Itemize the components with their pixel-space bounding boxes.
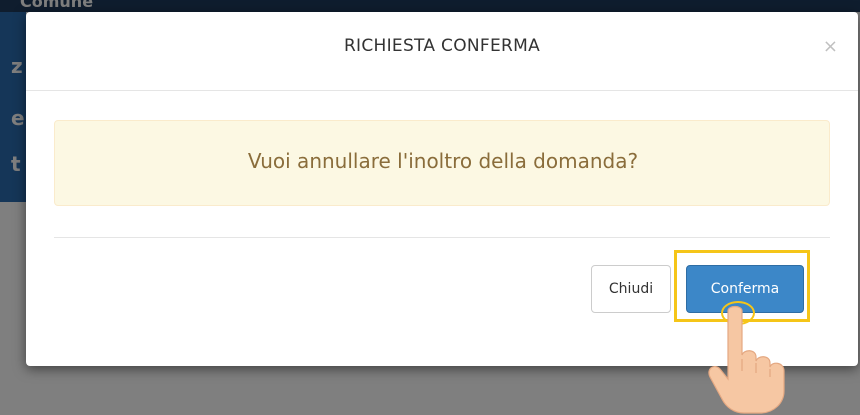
footer-divider xyxy=(54,237,830,238)
confirmation-message: Vuoi annullare l'inoltro della domanda? xyxy=(247,149,639,173)
close-icon[interactable]: × xyxy=(823,36,838,57)
dialog-header: RICHIESTA CONFERMA × xyxy=(26,12,858,91)
dialog-title: RICHIESTA CONFERMA xyxy=(343,36,541,56)
warning-alert: Vuoi annullare l'inoltro della domanda? xyxy=(54,120,830,206)
hand-pointer-icon xyxy=(708,305,785,414)
close-button[interactable]: Chiudi xyxy=(591,265,671,313)
